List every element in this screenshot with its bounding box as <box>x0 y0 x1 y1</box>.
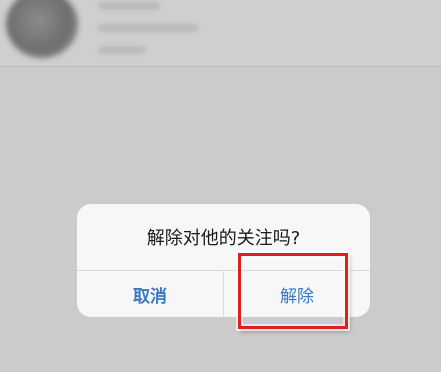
blurred-info-line <box>98 24 198 32</box>
avatar <box>6 0 78 58</box>
unfollow-confirm-dialog: 解除对他的关注吗? 取消 解除 <box>77 204 370 317</box>
cancel-button[interactable]: 取消 <box>77 271 223 317</box>
unfollow-confirm-button[interactable]: 解除 <box>224 271 370 317</box>
blurred-info-line <box>98 46 146 54</box>
blurred-name-line <box>98 2 160 10</box>
blurred-profile-header <box>0 0 441 67</box>
dialog-title: 解除对他的关注吗? <box>146 228 301 249</box>
